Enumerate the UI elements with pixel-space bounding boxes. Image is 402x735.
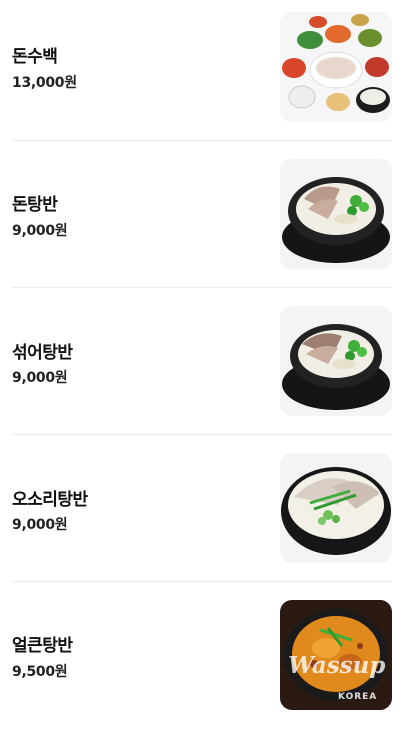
menu-item-name: 얼큰탕반 <box>12 636 73 656</box>
divider <box>12 140 392 141</box>
watermark-sub: KOREA <box>338 692 378 702</box>
menu-item-price: 9,500원 <box>12 664 68 680</box>
menu-item[interactable]: 섞어탕반 9,000원 <box>0 294 402 441</box>
menu-item-image[interactable] <box>280 12 392 122</box>
menu-item-image[interactable] <box>280 159 392 269</box>
menu-item[interactable]: 돈탕반 9,000원 <box>0 147 402 294</box>
menu-item-name: 돈탕반 <box>12 195 58 215</box>
pork-platter-image <box>280 12 392 122</box>
watermark: Wassup KOREA <box>280 600 392 710</box>
menu-item-price: 9,000원 <box>12 223 68 239</box>
menu-item-name: 섞어탕반 <box>12 343 73 363</box>
divider <box>12 287 392 288</box>
menu-item[interactable]: 돈수백 13,000원 <box>0 0 402 147</box>
menu-item-price: 9,000원 <box>12 517 68 533</box>
menu-item-image[interactable] <box>280 306 392 416</box>
menu-item[interactable]: 오소리탕반 9,000원 <box>0 441 402 588</box>
watermark-word: Wassup <box>288 652 386 679</box>
menu-item-name: 돈수백 <box>12 47 58 67</box>
divider <box>12 581 392 582</box>
menu-item-image[interactable]: Wassup KOREA <box>280 600 392 710</box>
menu-item-image[interactable] <box>280 453 392 563</box>
soup-bowl-image <box>280 453 392 563</box>
divider <box>12 434 392 435</box>
menu-item-price: 13,000원 <box>12 75 77 91</box>
menu-item-price: 9,000원 <box>12 370 68 386</box>
menu-item[interactable]: 얼큰탕반 9,500원 Wassup KOREA <box>0 588 402 735</box>
soup-pot-image <box>280 159 392 269</box>
soup-pot-image <box>280 306 392 416</box>
menu-item-name: 오소리탕반 <box>12 490 88 510</box>
